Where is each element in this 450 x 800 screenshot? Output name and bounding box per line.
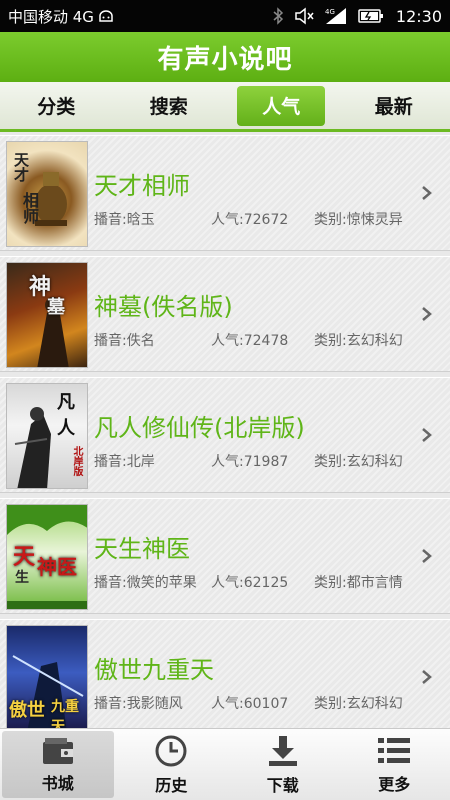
tab-label: 搜索 bbox=[149, 96, 188, 118]
book-title: 天生神医 bbox=[94, 535, 190, 563]
android-icon bbox=[99, 10, 113, 22]
carrier-label: 中国移动 4G bbox=[8, 7, 94, 26]
book-cover: 神 墓 bbox=[6, 262, 88, 368]
book-info: 傲世九重天 播音:我影随风 人气:60107 类别:玄幻科幻 bbox=[94, 620, 414, 728]
carrier-info: 中国移动 4G bbox=[8, 6, 114, 27]
list-item[interactable]: 神 墓 神墓(佚名版) 播音:佚名 人气:72478 类别:玄幻科幻 bbox=[0, 256, 450, 372]
book-narrator: 播音:我影随风 bbox=[94, 696, 183, 712]
book-title: 凡人修仙传(北岸版) bbox=[94, 414, 305, 442]
book-info: 神墓(佚名版) 播音:佚名 人气:72478 类别:玄幻科幻 bbox=[94, 257, 414, 371]
clock-icon bbox=[155, 735, 187, 766]
nav-history[interactable]: 历史 bbox=[116, 729, 228, 800]
chevron-right-icon bbox=[422, 428, 432, 442]
svg-text:4G: 4G bbox=[325, 8, 335, 16]
book-popularity: 人气:71987 bbox=[211, 454, 289, 470]
tab-bar: 分类 搜索 人气 最新 bbox=[0, 82, 450, 132]
book-popularity: 人气:60107 bbox=[211, 696, 289, 712]
list-item[interactable]: 天 神医 生 天生神医 播音:微笑的苹果 人气:62125 类别:都市言情 bbox=[0, 498, 450, 614]
book-cover: 傲世 九重天 bbox=[6, 625, 88, 728]
nav-download[interactable]: 下载 bbox=[227, 729, 339, 800]
book-title: 傲世九重天 bbox=[94, 656, 214, 684]
tab-search[interactable]: 搜索 bbox=[113, 82, 226, 129]
tab-label: 分类 bbox=[37, 96, 76, 118]
status-bar: 中国移动 4G 4G 12:30 bbox=[0, 0, 450, 32]
tab-newest[interactable]: 最新 bbox=[338, 82, 450, 129]
book-popularity: 人气:62125 bbox=[211, 575, 289, 591]
signal-icon: 4G bbox=[325, 8, 346, 24]
list-item[interactable]: 傲世 九重天 傲世九重天 播音:我影随风 人气:60107 类别:玄幻科幻 bbox=[0, 619, 450, 728]
book-title: 神墓(佚名版) bbox=[94, 293, 233, 321]
book-list: 天才 相师 天才相师 播音:晗玉 人气:72672 类别:惊悚灵异 神 墓 神墓… bbox=[0, 135, 450, 728]
nav-label: 更多 bbox=[378, 774, 411, 794]
tab-label: 最新 bbox=[374, 96, 413, 118]
nav-more[interactable]: 更多 bbox=[339, 729, 450, 800]
book-category: 类别:玄幻科幻 bbox=[314, 454, 403, 470]
book-narrator: 播音:微笑的苹果 bbox=[94, 575, 197, 591]
bluetooth-icon bbox=[273, 7, 283, 25]
list-icon bbox=[378, 737, 411, 763]
app-header: 有声小说吧 bbox=[0, 32, 450, 82]
nav-bookstore[interactable]: 书城 bbox=[2, 731, 114, 798]
nav-label: 历史 bbox=[155, 775, 188, 795]
chevron-right-icon bbox=[422, 307, 432, 321]
battery-icon bbox=[358, 9, 383, 23]
book-category: 类别:都市言情 bbox=[314, 575, 403, 591]
bottom-nav: 书城 历史 下载 更多 bbox=[0, 728, 450, 800]
app-title: 有声小说吧 bbox=[157, 44, 293, 75]
book-info: 凡人修仙传(北岸版) 播音:北岸 人气:71987 类别:玄幻科幻 bbox=[94, 378, 414, 492]
nav-label: 书城 bbox=[41, 773, 74, 793]
book-cover: 凡人 北岸版 bbox=[6, 383, 88, 489]
book-cover: 天 神医 生 bbox=[6, 504, 88, 610]
book-cover: 天才 相师 bbox=[6, 141, 88, 247]
book-info: 天生神医 播音:微笑的苹果 人气:62125 类别:都市言情 bbox=[94, 499, 414, 613]
book-category: 类别:玄幻科幻 bbox=[314, 696, 403, 712]
tab-label: 人气 bbox=[262, 96, 301, 118]
book-title: 天才相师 bbox=[94, 172, 190, 200]
chevron-right-icon bbox=[422, 549, 432, 563]
book-popularity: 人气:72478 bbox=[211, 333, 289, 349]
book-category: 类别:惊悚灵异 bbox=[314, 212, 403, 228]
book-narrator: 播音:北岸 bbox=[94, 454, 155, 470]
nav-label: 下载 bbox=[266, 775, 299, 795]
tab-popular[interactable]: 人气 bbox=[225, 82, 338, 129]
tab-category[interactable]: 分类 bbox=[0, 82, 113, 129]
list-item[interactable]: 凡人 北岸版 凡人修仙传(北岸版) 播音:北岸 人气:71987 类别:玄幻科幻 bbox=[0, 377, 450, 493]
book-info: 天才相师 播音:晗玉 人气:72672 类别:惊悚灵异 bbox=[94, 136, 414, 250]
chevron-right-icon bbox=[422, 186, 432, 200]
download-icon bbox=[268, 735, 297, 766]
mute-icon bbox=[295, 7, 314, 25]
chevron-right-icon bbox=[422, 670, 432, 684]
book-popularity: 人气:72672 bbox=[211, 212, 289, 228]
book-narrator: 播音:佚名 bbox=[94, 333, 155, 349]
book-narrator: 播音:晗玉 bbox=[94, 212, 155, 228]
clock-time: 12:30 bbox=[395, 6, 442, 26]
wallet-icon bbox=[42, 737, 73, 764]
book-category: 类别:玄幻科幻 bbox=[314, 333, 403, 349]
list-item[interactable]: 天才 相师 天才相师 播音:晗玉 人气:72672 类别:惊悚灵异 bbox=[0, 135, 450, 251]
